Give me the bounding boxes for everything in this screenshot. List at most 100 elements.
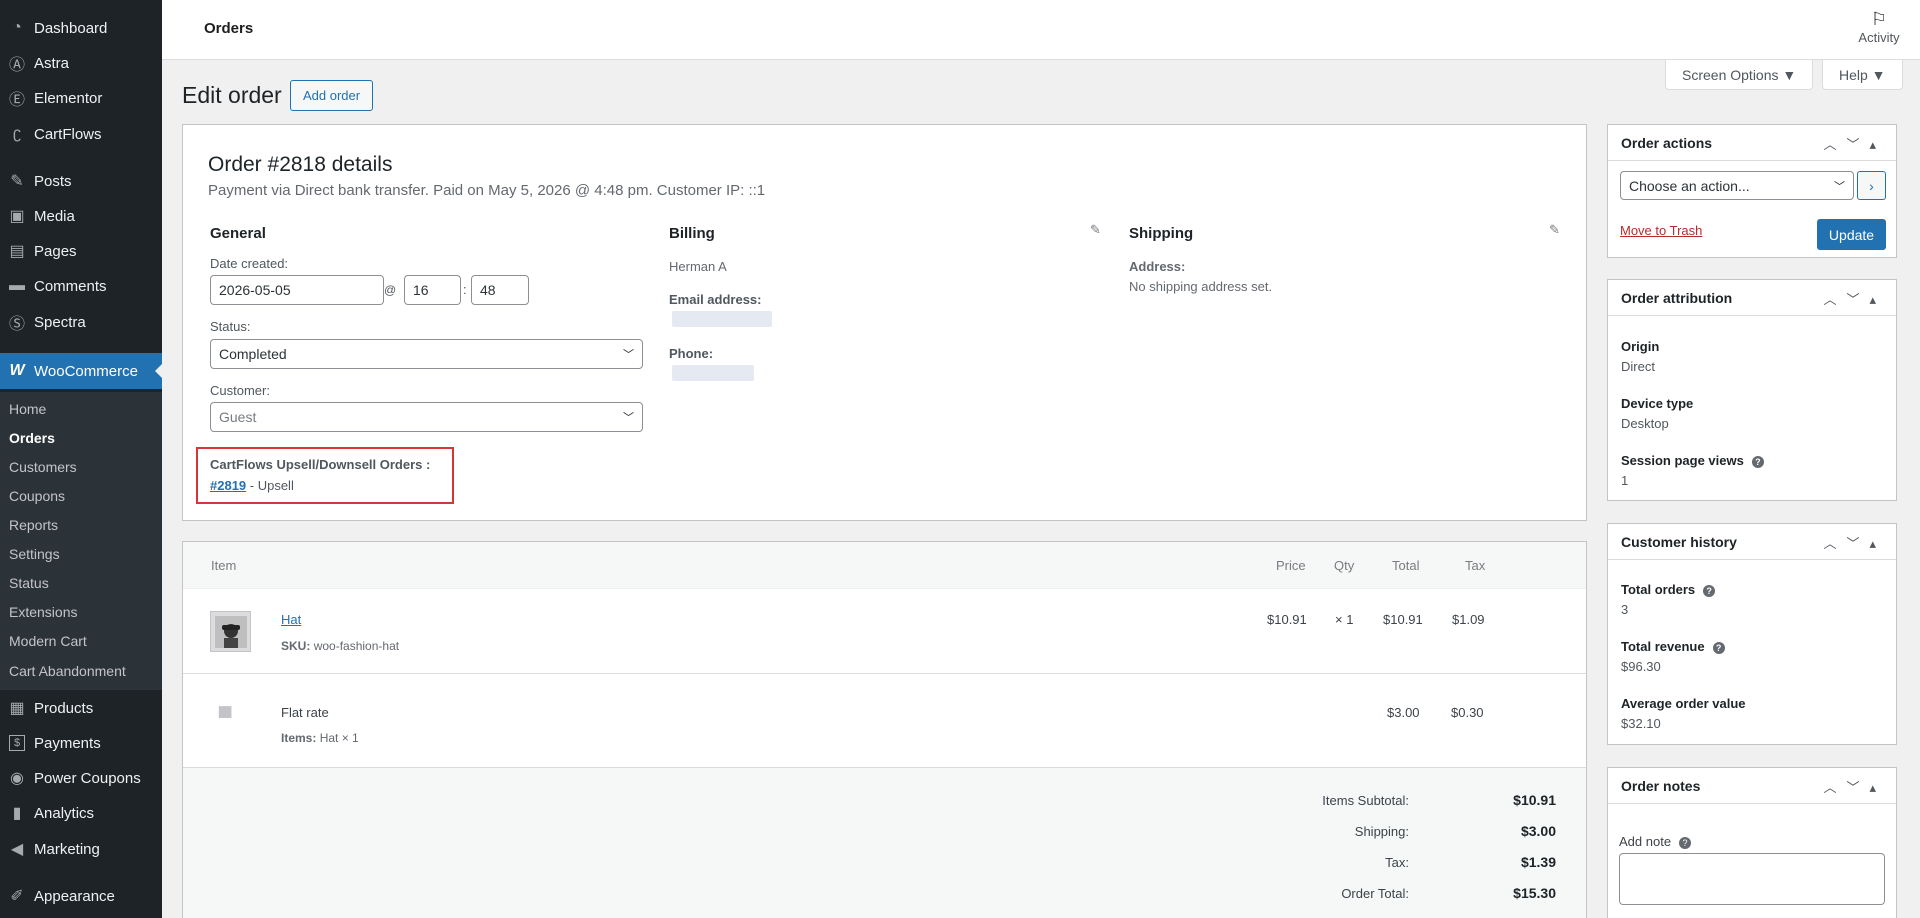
box-controls-icon[interactable]: ︿﹀▴ [1823,533,1886,552]
submenu-modern-cart[interactable]: Modern Cart [9,630,87,652]
address-value: No shipping address set. [1129,279,1273,294]
order-attribution-header: Order attribution ︿﹀▴ [1608,280,1896,316]
woocommerce-submenu: Home Orders Customers Coupons Reports Se… [0,392,162,690]
items-table-header: Item Price Qty Total Tax [183,542,1586,589]
customer-history-title: Customer history [1621,534,1737,550]
box-controls-icon[interactable]: ︿﹀▴ [1823,289,1886,308]
submenu-settings[interactable]: Settings [9,543,60,565]
order-action-value: Choose an action... [1629,177,1750,194]
box-controls-icon[interactable]: ︿﹀▴ [1823,777,1886,796]
total-revenue-value: $96.30 [1621,659,1661,674]
comments-icon: ▬ [9,277,25,294]
help-icon[interactable]: ? [1712,641,1725,654]
order-action-select[interactable]: Choose an action... ﹀ [1620,171,1854,200]
menu-pages[interactable]: ▤ Pages [0,235,162,267]
session-page-views-value: 1 [1621,473,1629,488]
move-to-trash-link[interactable]: Move to Trash [1620,223,1702,238]
origin-value: Direct [1621,359,1655,374]
average-order-value-label: Average order value [1621,696,1746,711]
menu-media[interactable]: ▣ Media [0,200,162,232]
menu-comments[interactable]: ▬ Comments [0,270,162,302]
menu-astra[interactable]: Ⓐ Astra [0,47,162,79]
appearance-icon: ✐ [10,888,24,905]
help-icon[interactable]: ? [1703,584,1716,597]
address-label: Address: [1129,259,1186,274]
product-sku: SKU: woo-fashion-hat [281,639,399,653]
menu-appearance[interactable]: ✐ Appearance [0,880,162,912]
submenu-customers[interactable]: Customers [9,456,77,478]
phone-redacted [672,365,754,381]
order-data-panel: Order #2818 details Payment via Direct b… [182,124,1587,521]
product-name-link[interactable]: Hat [281,612,301,627]
analytics-icon: ▮ [12,805,22,822]
menu-label: Marketing [34,840,100,858]
elementor-icon: Ⓔ [8,92,25,109]
cartflows-order-line: #2819 - Upsell [210,478,294,493]
email-redacted [672,311,772,327]
submenu-home[interactable]: Home [9,398,46,420]
menu-posts[interactable]: ✎ Posts [0,165,162,197]
hour-input[interactable]: 16 [404,275,461,305]
shipping-method-name: Flat rate [281,705,329,720]
order-actions-title: Order actions [1621,135,1713,151]
submenu-extensions[interactable]: Extensions [9,601,77,623]
power-coupons-icon: ◉ [10,770,24,787]
upsell-order-link[interactable]: #2819 [210,478,246,493]
menu-label: Media [34,207,75,225]
total-orders-label: Total orders? [1621,582,1716,597]
date-created-label: Date created: [210,256,289,271]
menu-spectra[interactable]: Ⓢ Spectra [0,306,162,338]
chevron-down-icon: ﹀ [623,412,634,424]
hat-product-image-icon [214,615,247,648]
screen-options-button[interactable]: Screen Options ▼ [1665,60,1814,90]
minute-input[interactable]: 48 [471,275,529,305]
submenu-orders[interactable]: Orders [9,427,55,449]
menu-products[interactable]: ▦ Products [0,692,162,724]
menu-cartflows[interactable]: ʗ CartFlows [0,118,162,150]
add-order-button[interactable]: Add order [290,80,374,111]
menu-label: Astra [34,54,70,72]
help-button[interactable]: Help ▼ [1822,60,1903,90]
phone-label: Phone: [669,346,714,361]
order-actions-header: Order actions ︿﹀▴ [1608,125,1896,161]
update-button[interactable]: Update [1817,219,1886,250]
order-total-label: Order Total: [1341,886,1409,901]
chevron-down-icon: ﹀ [623,349,634,361]
page-title: Edit order [182,82,282,108]
menu-woocommerce[interactable]: W WooCommerce [0,353,163,389]
pin-icon: ✎ [10,173,24,190]
apply-action-chevron-right-icon[interactable]: › [1857,171,1886,200]
edit-billing-pencil-icon[interactable]: ✎ [1090,222,1101,238]
menu-analytics[interactable]: ▮ Analytics [0,797,162,829]
help-icon[interactable]: ? [1751,455,1764,468]
menu-power-coupons[interactable]: ◉ Power Coupons [0,762,162,794]
tax-total-label: Tax: [1385,855,1409,870]
submenu-status[interactable]: Status [9,572,49,594]
activity-button[interactable]: ⚐ Activity [1854,8,1904,45]
totals-section: Items Subtotal: $10.91 Shipping: $3.00 T… [183,768,1586,918]
submenu-cart-abandonment[interactable]: Cart Abandonment [9,660,126,682]
submenu-coupons[interactable]: Coupons [9,485,65,507]
menu-label: Dashboard [34,19,108,37]
box-controls-icon[interactable]: ︿﹀▴ [1823,134,1886,153]
date-created-input[interactable]: 2026-05-05 [210,275,384,305]
add-note-textarea[interactable] [1619,853,1885,905]
submenu-reports[interactable]: Reports [9,514,58,536]
email-label: Email address: [669,292,762,307]
menu-marketing[interactable]: ◀ Marketing [0,833,162,865]
status-select[interactable]: Completed ﹀ [210,339,643,369]
edit-shipping-pencil-icon[interactable]: ✎ [1549,222,1560,238]
menu-label: Products [34,699,94,717]
menu-dashboard[interactable]: ◔ Dashboard [0,12,162,44]
col-item: Item [211,558,237,573]
shipping-total: $3.00 [1387,705,1420,720]
current-menu-arrow [155,363,163,379]
cartflows-icon: ʗ [13,125,21,142]
menu-elementor[interactable]: Ⓔ Elementor [0,82,162,114]
menu-label: Comments [34,277,107,295]
menu-payments[interactable]: $ Payments [0,727,162,759]
customer-select[interactable]: Guest ﹀ [210,402,643,432]
shipping-total-value: $3.00 [1520,823,1556,839]
admin-sidebar: ◔ Dashboard Ⓐ Astra Ⓔ Elementor ʗ CartFlows … [0,0,163,918]
help-icon[interactable]: ? [1679,836,1692,849]
